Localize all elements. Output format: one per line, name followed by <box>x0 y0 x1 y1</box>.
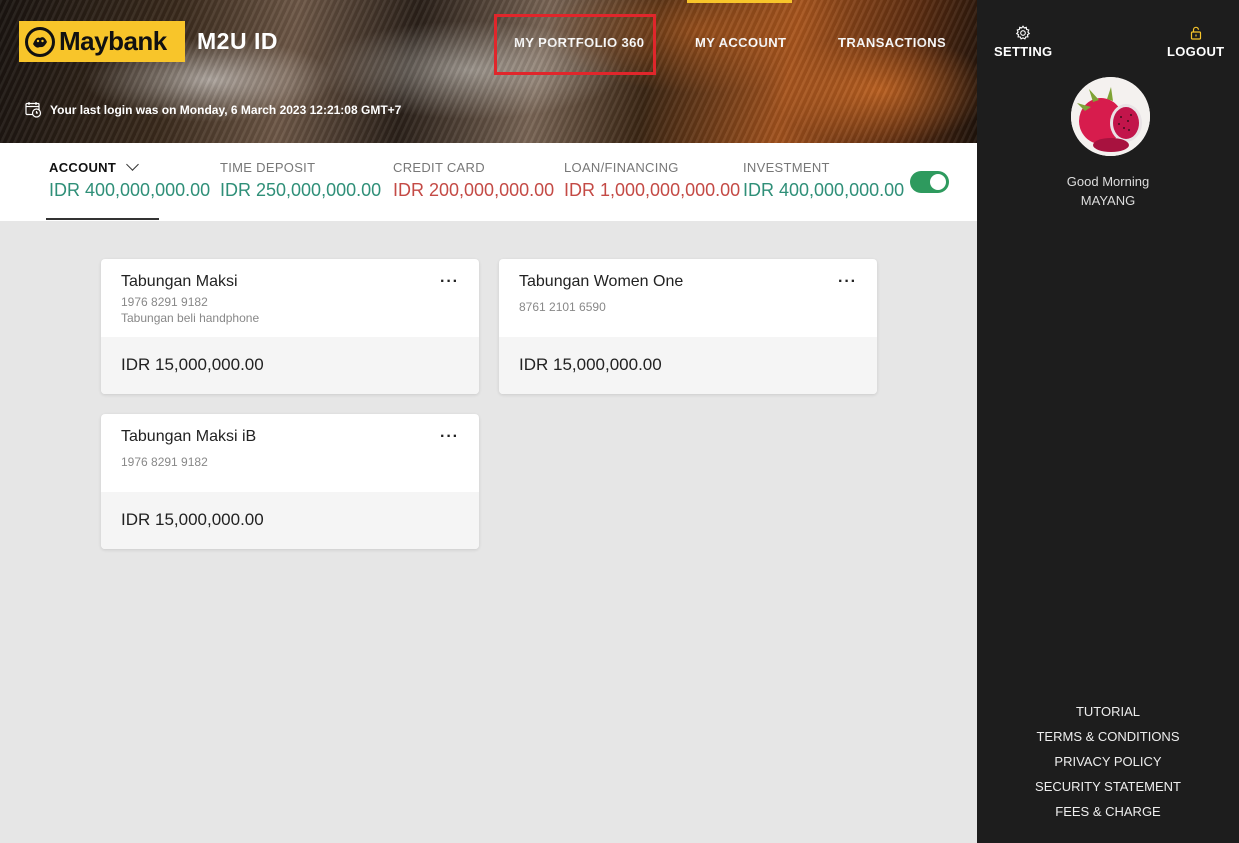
summary-tab-loan-financing[interactable]: LOAN/FINANCING IDR 1,000,000,000.00 <box>564 160 740 201</box>
account-name: Tabungan Women One <box>519 273 684 290</box>
user-side-panel: SETTING LOGOUT Good Morning MAYANG TUTOR… <box>977 0 1239 843</box>
summary-value: IDR 400,000,000.00 <box>743 180 905 200</box>
account-card-header: Tabungan Women One 8761 2101 6590 ··· <box>499 259 877 337</box>
nav-my-account[interactable]: MY ACCOUNT <box>695 35 786 50</box>
nav-active-indicator <box>687 0 792 3</box>
summary-label: TIME DEPOSIT <box>220 160 316 175</box>
more-options-icon[interactable]: ··· <box>440 273 459 291</box>
greeting-text: Good Morning <box>1066 174 1150 189</box>
nav-transactions[interactable]: TRANSACTIONS <box>838 35 946 50</box>
summary-tab-time-deposit[interactable]: TIME DEPOSIT IDR 250,000,000.00 <box>220 160 381 201</box>
tiger-emblem-icon <box>25 26 55 57</box>
summary-label: ACCOUNT <box>49 160 117 175</box>
link-privacy-policy[interactable]: PRIVACY POLICY <box>977 753 1239 778</box>
nav-highlight-box <box>494 14 656 75</box>
maybank-logo[interactable]: Maybank <box>19 21 185 62</box>
account-number: 1976 8291 9182 <box>121 295 208 309</box>
balance-visibility-toggle[interactable] <box>910 171 949 193</box>
logout-button[interactable]: LOGOUT <box>1167 25 1224 59</box>
account-balance: IDR 15,000,000.00 <box>101 337 479 394</box>
username: MAYANG <box>1080 193 1136 208</box>
summary-value: IDR 250,000,000.00 <box>220 180 382 200</box>
setting-label: SETTING <box>994 44 1053 59</box>
summary-label-row: ACCOUNT <box>49 158 210 175</box>
chevron-down-icon[interactable] <box>126 158 139 171</box>
summary-label: INVESTMENT <box>743 160 830 175</box>
logo-text: Maybank <box>59 26 167 56</box>
summary-value: IDR 200,000,000.00 <box>393 180 555 200</box>
more-options-icon[interactable]: ··· <box>440 428 459 446</box>
summary-tab-credit-card[interactable]: CREDIT CARD IDR 200,000,000.00 <box>393 160 554 201</box>
avatar[interactable] <box>1071 77 1150 156</box>
gear-icon <box>1016 25 1031 40</box>
greeting: Good Morning MAYANG <box>977 172 1239 210</box>
footer-links: TUTORIAL TERMS & CONDITIONS PRIVACY POLI… <box>977 703 1239 828</box>
link-tutorial[interactable]: TUTORIAL <box>977 703 1239 728</box>
summary-label: CREDIT CARD <box>393 160 485 175</box>
account-name: Tabungan Maksi <box>121 273 238 290</box>
summary-value: IDR 1,000,000,000.00 <box>564 180 741 200</box>
account-card[interactable]: Tabungan Women One 8761 2101 6590 ··· ID… <box>499 259 877 394</box>
toggle-knob <box>930 174 946 190</box>
active-tab-underline <box>46 218 159 220</box>
lock-icon <box>1190 26 1201 40</box>
account-card[interactable]: Tabungan Maksi 1976 8291 9182 Tabungan b… <box>101 259 479 394</box>
calendar-clock-icon <box>25 102 42 118</box>
account-name: Tabungan Maksi iB <box>121 428 257 445</box>
link-security-statement[interactable]: SECURITY STATEMENT <box>977 778 1239 803</box>
summary-value: IDR 400,000,000.00 <box>49 180 211 200</box>
last-login-text: Your last login was on Monday, 6 March 2… <box>50 102 402 117</box>
summary-tab-investment[interactable]: INVESTMENT IDR 400,000,000.00 <box>743 160 904 201</box>
dragon-fruit-image <box>1071 77 1150 156</box>
account-number: 1976 8291 9182 <box>121 455 208 469</box>
account-number: 8761 2101 6590 <box>519 300 606 314</box>
setting-button[interactable]: SETTING <box>994 25 1052 59</box>
portfolio-summary-bar: ACCOUNT IDR 400,000,000.00 TIME DEPOSIT … <box>0 143 977 221</box>
account-card-header: Tabungan Maksi iB 1976 8291 9182 ··· <box>101 414 479 492</box>
account-card-header: Tabungan Maksi 1976 8291 9182 Tabungan b… <box>101 259 479 337</box>
link-terms-conditions[interactable]: TERMS & CONDITIONS <box>977 728 1239 753</box>
summary-label: LOAN/FINANCING <box>564 160 679 175</box>
account-description: Tabungan beli handphone <box>121 311 260 325</box>
link-fees-charge[interactable]: FEES & CHARGE <box>977 803 1239 828</box>
app-title: M2U ID <box>197 28 278 54</box>
more-options-icon[interactable]: ··· <box>838 273 857 291</box>
header-banner: Maybank M2U ID MY PORTFOLIO 360 MY ACCOU… <box>0 0 977 143</box>
logout-label: LOGOUT <box>1167 44 1225 59</box>
account-balance: IDR 15,000,000.00 <box>101 492 479 549</box>
summary-tab-account[interactable]: ACCOUNT IDR 400,000,000.00 <box>49 158 211 201</box>
account-balance: IDR 15,000,000.00 <box>499 337 877 394</box>
account-card[interactable]: Tabungan Maksi iB 1976 8291 9182 ··· IDR… <box>101 414 479 549</box>
last-login-info: Your last login was on Monday, 6 March 2… <box>25 101 401 118</box>
